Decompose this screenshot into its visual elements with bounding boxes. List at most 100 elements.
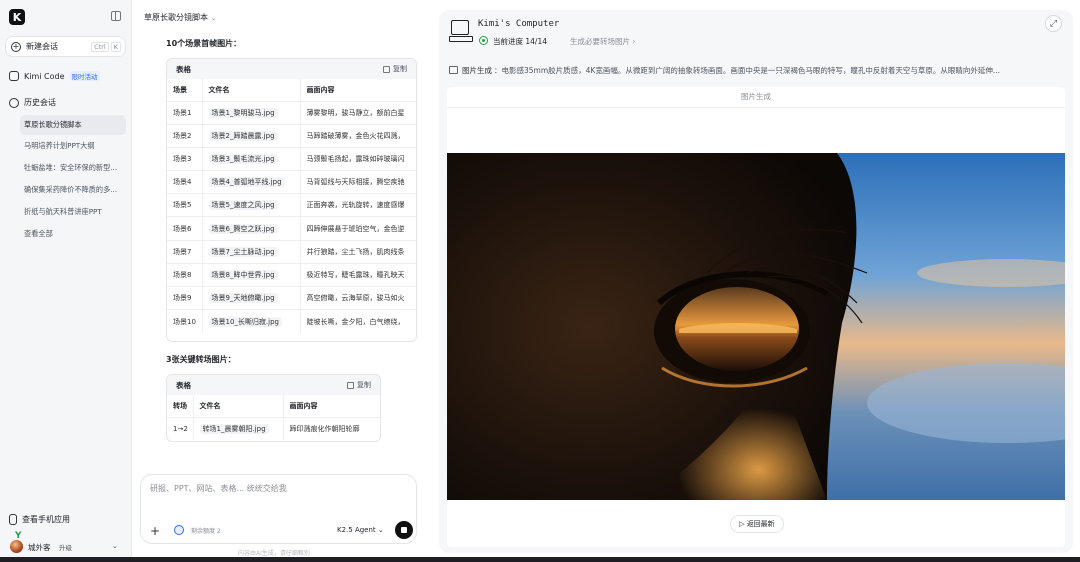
- mobile-app-label: 查看手机应用: [22, 515, 70, 524]
- copy-button[interactable]: 复制: [383, 64, 407, 74]
- new-chat-label: 新建会话: [26, 42, 58, 51]
- transitions-table-card: 表格 复制 转场 文件名 画面内容 1→2 转场1_晨雾朝阳.jpg 蹄印溅痕化作朝…: [166, 374, 381, 442]
- column-header: 文件名: [201, 79, 300, 102]
- table-cell: 场景8_眸中世界.jpg: [201, 263, 300, 288]
- table-cell: 场景5_速度之风.jpg: [201, 193, 300, 218]
- file-name-chip[interactable]: 场景9_天地俯瞰.jpg: [208, 293, 278, 304]
- file-name-chip[interactable]: 场景3_鬃毛流光.jpg: [208, 153, 278, 164]
- history-item[interactable]: 牡蛎盐堆：安全环保的新型...: [20, 158, 126, 178]
- stop-generation-button[interactable]: [395, 521, 413, 539]
- history-item[interactable]: 草原长歌分镜脚本: [20, 115, 126, 135]
- table-row: 场景7 场景7_尘土脉动.jpg 并行狼踏，尘土飞扬，肌肉线条: [167, 240, 416, 264]
- copy-label: 复制: [357, 381, 371, 389]
- scenes-table-card: 表格 复制 场景 文件名 画面内容 场景1 场景1_黎明骏马.jpg 薄雾黎明，骏马…: [166, 58, 417, 342]
- table-cell: 场景7: [167, 240, 202, 264]
- upgrade-button[interactable]: 升级: [59, 542, 72, 552]
- phone-icon: [9, 514, 17, 525]
- clock-icon: [9, 97, 19, 108]
- view-all-history-link[interactable]: 查看全部: [20, 224, 126, 244]
- viewer-title: 图片生成: [447, 87, 1065, 108]
- file-name-chip[interactable]: 场景5_速度之风.jpg: [208, 200, 278, 211]
- file-name-chip[interactable]: 场景1_黎明骏马.jpg: [208, 107, 278, 118]
- avatar[interactable]: [10, 540, 23, 553]
- file-name-chip[interactable]: 场景10_长嘶归寂.jpg: [208, 316, 282, 327]
- kimi-code-label: Kimi Code: [24, 71, 65, 81]
- model-label: K2.5 Agent: [337, 526, 376, 534]
- column-header: 文件名: [192, 395, 283, 418]
- new-chat-button[interactable]: + 新建会话 Ctrl K: [5, 36, 126, 57]
- thinking-mode-icon[interactable]: [174, 525, 184, 535]
- conversation-title[interactable]: 草原长歌分镜脚本 ⌄: [144, 12, 216, 23]
- history-label: 历史会话: [24, 98, 56, 107]
- copy-button[interactable]: 复制: [347, 380, 371, 390]
- table-row: 1→2 转场1_晨雾朝阳.jpg 蹄印溅痕化作朝阳轮廓: [167, 417, 380, 441]
- table-header-row: 场景 文件名 画面内容: [167, 79, 416, 102]
- plus-circle-icon: +: [11, 41, 21, 52]
- collapse-sidebar-icon[interactable]: [111, 11, 121, 21]
- computer-panel: Kimi's Computer 当前进度 14/14 生成必要转场图片 › ⤢ …: [439, 10, 1073, 553]
- table-cell: 场景1_黎明骏马.jpg: [201, 101, 300, 125]
- column-header: 画面内容: [282, 395, 380, 418]
- promo-badge: 限时活动: [69, 71, 100, 81]
- back-label: 返回最新: [746, 520, 775, 528]
- image-icon: [449, 66, 458, 74]
- table-cell: 马蹄踏破薄雾，金色火花四溅，: [299, 124, 416, 148]
- chat-panel: 草原长歌分镜脚本 ⌄ 10个场景首帧图片： 表格 复制 场景 文件名 画面内容 场…: [132, 0, 432, 562]
- history-item[interactable]: 马明培养计划PPT大纲: [20, 136, 126, 156]
- mobile-app-link[interactable]: 查看手机应用: [9, 514, 70, 525]
- play-icon: ▷: [739, 520, 745, 528]
- progress-status-icon: [479, 36, 488, 45]
- table-cell: 马背弧线与天际相接，腾空疾驰: [299, 170, 416, 195]
- expand-icon[interactable]: ⤢: [1045, 15, 1062, 32]
- file-name-chip[interactable]: 场景4_普弧地平线.jpg: [208, 177, 285, 188]
- table-cell: 正面奔袭，光轨旋转，速度感爆: [299, 193, 416, 218]
- table-row: 场景8 场景8_眸中世界.jpg 极近特写，睫毛露珠，瞳孔映天: [167, 263, 416, 288]
- table-row: 场景2 场景2_蹄踏晨露.jpg 马蹄踏破薄雾，金色火花四溅，: [167, 124, 416, 148]
- file-name-chip[interactable]: 场景2_蹄踏晨露.jpg: [208, 130, 278, 141]
- table-row: 场景5 场景5_速度之风.jpg 正面奔袭，光轨旋转，速度感爆: [167, 193, 416, 218]
- file-name-chip[interactable]: 转场1_晨雾朝阳.jpg: [199, 423, 269, 434]
- chevron-down-icon: ⌄: [211, 15, 217, 22]
- history-item[interactable]: 确保集采药降价不降质的多...: [20, 180, 126, 200]
- table-cell: 场景3_鬃毛流光.jpg: [201, 147, 300, 172]
- history-item[interactable]: 折纸与航天科普讲座PPT: [20, 202, 126, 222]
- back-to-latest-button[interactable]: ▷ 返回最新: [730, 515, 784, 533]
- table-cell: 并行狼踏，尘土飞扬，肌肉线条: [299, 240, 416, 264]
- progress-step-link[interactable]: 生成必要转场图片 ›: [570, 36, 635, 47]
- table-label: 表格: [176, 64, 191, 74]
- table-label: 表格: [176, 380, 191, 390]
- ai-disclaimer: 内容由AI生成，请仔细甄别: [238, 550, 310, 557]
- column-header: 场景: [167, 79, 202, 102]
- table-cell: 四蹄伸展悬于琥珀空气，金色逆: [299, 216, 416, 241]
- generated-horse-eye-image: [447, 153, 1065, 500]
- table-cell: 场景10: [173, 317, 196, 326]
- table-cell: 场景9: [167, 286, 202, 311]
- table-cell: 蹄印溅痕化作朝阳轮廓: [282, 417, 380, 441]
- file-name-chip[interactable]: 场景6_腾空之跃.jpg: [208, 223, 278, 234]
- add-attachment-button[interactable]: +: [150, 524, 160, 538]
- computer-icon: [449, 20, 473, 42]
- sidebar-item-kimi-code[interactable]: Kimi Code 限时活动: [9, 71, 100, 81]
- section-title-transitions: 3张关键转场图片：: [166, 355, 236, 364]
- kimi-logo[interactable]: K: [9, 9, 25, 25]
- file-name-chip[interactable]: 场景7_尘土脉动.jpg: [208, 246, 278, 257]
- shortcut-key-ctrl: Ctrl: [91, 41, 109, 52]
- table-cell: 场景10_长嘶归寂.jpg: [201, 309, 300, 333]
- table-row: 场景10 场景10_长嘶归寂.jpg 陡坡长嘶，金夕阳，白气缭绕，: [167, 309, 416, 333]
- model-select[interactable]: K2.5 Agent ⌄: [337, 526, 384, 534]
- table-row: 场景3 场景3_鬃毛流光.jpg 马颈鬃毛扬起，露珠如碎玻璃闪: [167, 147, 416, 172]
- table-cell: 陡坡长嘶，金夕阳，白气缭绕，: [299, 309, 416, 333]
- sidebar: K + 新建会话 Ctrl K Kimi Code 限时活动 历史会话 草原长歌…: [0, 0, 132, 562]
- file-name-chip[interactable]: 场景8_眸中世界.jpg: [208, 269, 278, 280]
- transitions-table: 转场 文件名 画面内容 1→2 转场1_晨雾朝阳.jpg 蹄印溅痕化作朝阳轮廓: [167, 395, 380, 441]
- message-composer[interactable]: 研报、PPT、网站、表格... 统统交给我 + 剩余额度 2 K2.5 Agen…: [140, 474, 417, 544]
- history-header[interactable]: 历史会话: [9, 97, 56, 108]
- composer-placeholder[interactable]: 研报、PPT、网站、表格... 统统交给我: [150, 483, 287, 494]
- table-cell: 马颈鬃毛扬起，露珠如碎玻璃闪: [299, 147, 416, 172]
- table-card-header: 表格 复制: [167, 59, 416, 79]
- copy-icon: [347, 381, 354, 389]
- chevron-down-icon[interactable]: ⌄: [112, 542, 118, 550]
- chevron-right-icon: ›: [632, 37, 636, 46]
- copy-label: 复制: [393, 65, 407, 73]
- table-cell: 场景8: [167, 263, 202, 288]
